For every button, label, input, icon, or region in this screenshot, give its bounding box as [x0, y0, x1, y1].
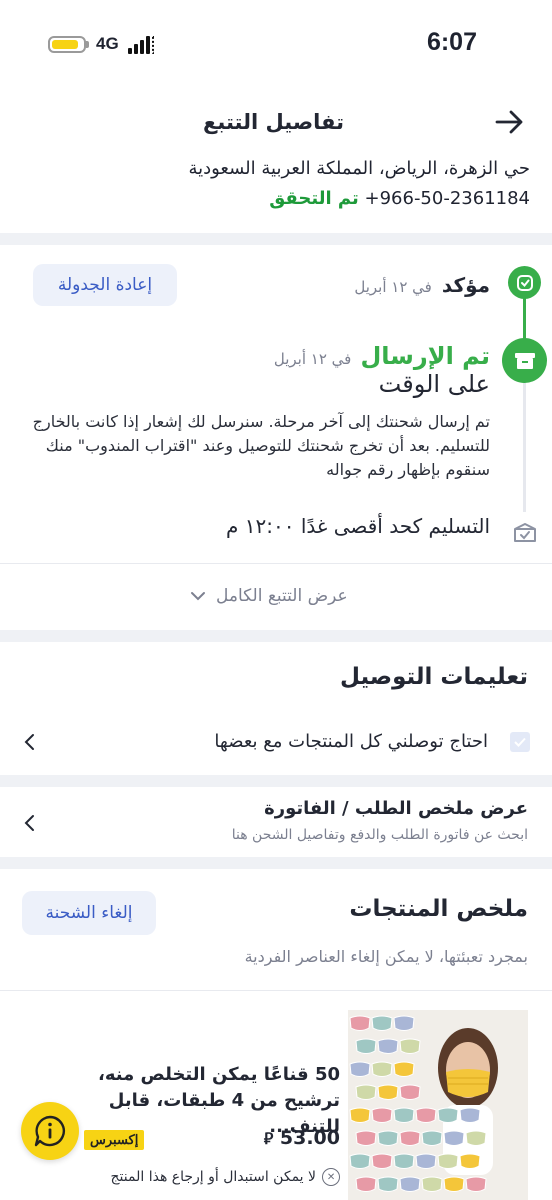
order-summary-subtitle: ابحث عن فاتورة الطلب والدفع وتفاصيل الشح…	[231, 827, 528, 843]
no-return-note: ✕ لا يمكن استبدال أو إرجاع هذا المنتج	[111, 1168, 340, 1186]
section-divider	[0, 630, 552, 642]
confirmed-date: في ١٢ أبريل	[354, 278, 432, 296]
verified-label: تم التحقق	[269, 188, 359, 209]
on-time-label: على الوقت	[378, 370, 490, 398]
info-button[interactable]	[21, 1102, 79, 1160]
network-label: 4G	[96, 34, 119, 53]
confirmed-icon	[508, 266, 541, 299]
order-summary-title[interactable]: عرض ملخص الطلب / الفاتورة	[264, 798, 528, 819]
shipment-message: تم إرسال شحنتك إلى آخر مرحلة. سنرسل لك إ…	[32, 412, 490, 479]
view-full-tracking-button[interactable]: عرض التتبع الكامل	[190, 586, 348, 606]
delivery-by-label: التسليم كحد أقصى غدًا ١٢:٠٠ م	[226, 514, 490, 538]
shipped-icon	[502, 338, 547, 383]
combine-items-checkbox[interactable]	[510, 732, 530, 752]
check-icon	[514, 737, 526, 747]
combine-items-label[interactable]: احتاج توصلني كل المنتجات مع بعضها	[214, 731, 488, 752]
page-title: تفاصيل التتبع	[203, 110, 344, 134]
status-shipped: تم الإرسال في ١٢ أبريل	[274, 342, 490, 370]
product-image[interactable]	[348, 1010, 528, 1200]
chevron-down-icon	[191, 592, 205, 601]
clock: 6:07	[426, 28, 477, 56]
info-icon	[34, 1115, 65, 1147]
delivery-instructions-title: تعليمات التوصيل	[339, 664, 528, 690]
view-full-tracking-label: عرض التتبع الكامل	[216, 586, 348, 606]
battery-icon	[48, 36, 86, 53]
chevron-left-icon[interactable]	[20, 732, 40, 752]
phone-line: +966-50-2361184 تم التحقق	[269, 188, 530, 209]
price-value: 53.00	[279, 1127, 340, 1149]
product-summary-title: ملخص المنتجات	[349, 896, 528, 922]
product-price: 53.00 ⃁	[264, 1127, 340, 1149]
section-divider	[0, 775, 552, 787]
status-confirmed: مؤكد في ١٢ أبريل	[354, 273, 490, 297]
battery-cap	[86, 41, 89, 48]
back-arrow-icon[interactable]	[494, 106, 526, 138]
riyal-icon: ⃁	[263, 1129, 274, 1148]
product-summary-note: بمجرد تعبئتها، لا يمكن إلغاء العناصر الف…	[244, 947, 528, 966]
section-divider	[0, 233, 552, 245]
signal-icon	[128, 36, 159, 54]
section-divider	[0, 857, 552, 869]
shipped-status: تم الإرسال	[360, 342, 490, 370]
delivery-box-icon	[514, 523, 536, 542]
express-badge: إكسبرس	[84, 1130, 145, 1150]
reschedule-button[interactable]: إعادة الجدولة	[33, 264, 177, 306]
chevron-left-icon[interactable]	[20, 813, 40, 833]
confirmed-status: مؤكد	[441, 273, 490, 297]
address-line: حي الزهرة، الرياض، المملكة العربية السعو…	[188, 158, 530, 179]
cancel-shipment-button[interactable]: إلغاء الشحنة	[22, 891, 156, 935]
shipped-date: في ١٢ أبريل	[273, 350, 352, 368]
separator	[0, 990, 552, 991]
close-circle-icon: ✕	[322, 1168, 340, 1186]
phone-number: +966-50-2361184	[364, 188, 531, 209]
no-return-label: لا يمكن استبدال أو إرجاع هذا المنتج	[110, 1169, 316, 1185]
